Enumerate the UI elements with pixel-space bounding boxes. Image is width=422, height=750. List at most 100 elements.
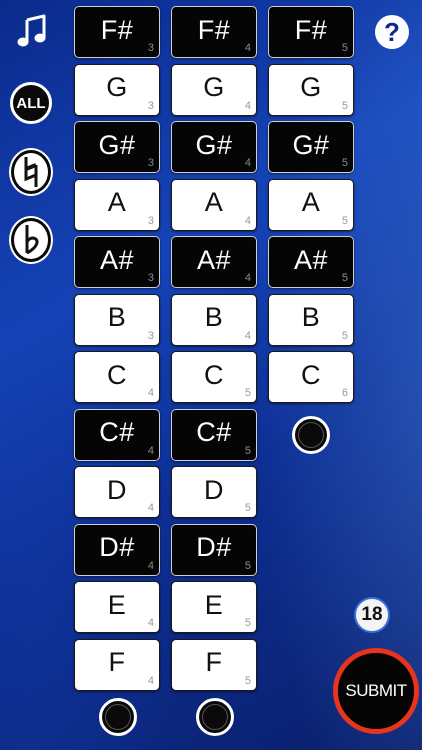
note-name: C	[107, 359, 127, 390]
question-mark-icon[interactable]: ?	[372, 12, 412, 52]
note-name: C	[301, 359, 321, 390]
submit-button[interactable]: SUBMIT	[333, 648, 419, 734]
note-octave: 3	[147, 329, 154, 342]
note-name: B	[107, 302, 127, 332]
note-name: F	[108, 647, 126, 677]
note-octave: 4	[244, 329, 251, 342]
note-key[interactable]: E4	[74, 581, 160, 633]
note-key[interactable]: D4	[74, 466, 160, 518]
note-octave: 5	[244, 444, 251, 457]
note-key[interactable]: F4	[74, 638, 160, 691]
note-name: F#	[294, 14, 328, 45]
note-key[interactable]: G5	[268, 63, 354, 116]
note-octave: 4	[147, 617, 154, 629]
note-key[interactable]: C# 4	[74, 408, 160, 461]
note-octave: 4	[244, 99, 251, 112]
note-name: E	[107, 589, 127, 620]
note-octave: 4	[244, 42, 251, 54]
note-name: C#	[99, 417, 135, 447]
note-key[interactable]: A3	[74, 178, 160, 231]
natural-filter-button[interactable]	[11, 150, 51, 194]
note-key[interactable]: G3	[74, 63, 160, 116]
note-octave: 5	[341, 99, 348, 112]
note-octave: 4	[244, 272, 251, 284]
music-note-icon[interactable]	[12, 12, 52, 52]
note-name: G#	[195, 129, 233, 160]
note-name: G	[203, 72, 225, 102]
note-octave: 3	[147, 214, 154, 227]
svg-text:?: ?	[384, 17, 400, 47]
note-key[interactable]: C# 5	[171, 408, 257, 461]
note-key[interactable]: A5	[268, 178, 354, 231]
note-key[interactable]: D5	[171, 466, 257, 518]
note-name: D	[204, 474, 224, 505]
note-key[interactable]: A# 4	[171, 236, 257, 288]
note-name: A	[107, 187, 127, 217]
note-key[interactable]: A# 5	[268, 236, 354, 288]
note-name: F	[205, 647, 223, 677]
note-name: G#	[98, 129, 136, 160]
note-octave: 4	[147, 674, 154, 687]
column-2-select-ring[interactable]	[196, 698, 234, 736]
note-key[interactable]: C6	[268, 351, 354, 403]
note-name: C#	[196, 417, 232, 447]
note-octave: 5	[341, 157, 348, 169]
note-name: A#	[99, 244, 135, 275]
column-3-select-ring[interactable]	[292, 416, 330, 454]
note-key[interactable]: G# 5	[268, 121, 354, 173]
note-name: D#	[99, 532, 135, 562]
flat-filter-button[interactable]	[11, 218, 51, 262]
note-octave: 4	[244, 157, 251, 169]
note-key[interactable]: F5	[171, 638, 257, 691]
note-octave: 3	[147, 99, 154, 112]
question-count-badge: 18	[354, 597, 390, 633]
note-key[interactable]: C4	[74, 351, 160, 403]
note-key[interactable]: F# 3	[74, 6, 160, 58]
note-name: G#	[292, 129, 330, 160]
column-1-select-ring[interactable]	[99, 698, 137, 736]
note-octave: 5	[244, 617, 251, 629]
note-key[interactable]: A4	[171, 178, 257, 231]
note-key[interactable]: G# 4	[171, 121, 257, 173]
note-name: E	[204, 589, 224, 620]
note-octave: 5	[341, 42, 348, 54]
note-octave: 5	[341, 329, 348, 342]
note-octave: 4	[147, 559, 154, 572]
all-filter-label: ALL	[16, 94, 46, 112]
note-name: F#	[197, 14, 231, 45]
note-key[interactable]: F# 5	[268, 6, 354, 58]
note-key[interactable]: D# 5	[171, 523, 257, 576]
note-octave: 6	[341, 387, 348, 399]
note-octave: 5	[244, 502, 251, 514]
note-name: B	[301, 302, 321, 332]
note-name: A#	[293, 244, 329, 275]
note-name: A	[204, 187, 224, 217]
flat-sign-icon	[25, 225, 39, 255]
natural-sign-icon	[24, 157, 38, 187]
note-key[interactable]: E5	[171, 581, 257, 633]
note-key[interactable]: D# 4	[74, 523, 160, 576]
note-key[interactable]: C5	[171, 351, 257, 403]
note-name: G	[106, 72, 128, 102]
note-octave: 4	[244, 214, 251, 227]
note-octave: 5	[341, 272, 348, 284]
note-name: C	[204, 359, 224, 390]
note-key[interactable]: B3	[74, 293, 160, 346]
note-name: D#	[196, 532, 232, 562]
note-name: F#	[100, 14, 134, 45]
note-name: B	[204, 302, 224, 332]
note-key[interactable]: A# 3	[74, 236, 160, 288]
note-key[interactable]: B5	[268, 293, 354, 346]
note-name: A	[301, 187, 321, 217]
note-octave: 5	[244, 559, 251, 572]
note-octave: 4	[147, 387, 154, 399]
note-key[interactable]: F# 4	[171, 6, 257, 58]
note-key[interactable]: G4	[171, 63, 257, 116]
all-filter-button[interactable]: ALL	[10, 82, 52, 124]
note-key[interactable]: B4	[171, 293, 257, 346]
note-key[interactable]: G# 3	[74, 121, 160, 173]
note-name: D	[107, 474, 127, 505]
note-octave: 5	[244, 674, 251, 687]
note-octave: 5	[244, 387, 251, 399]
note-name: G	[300, 72, 322, 102]
